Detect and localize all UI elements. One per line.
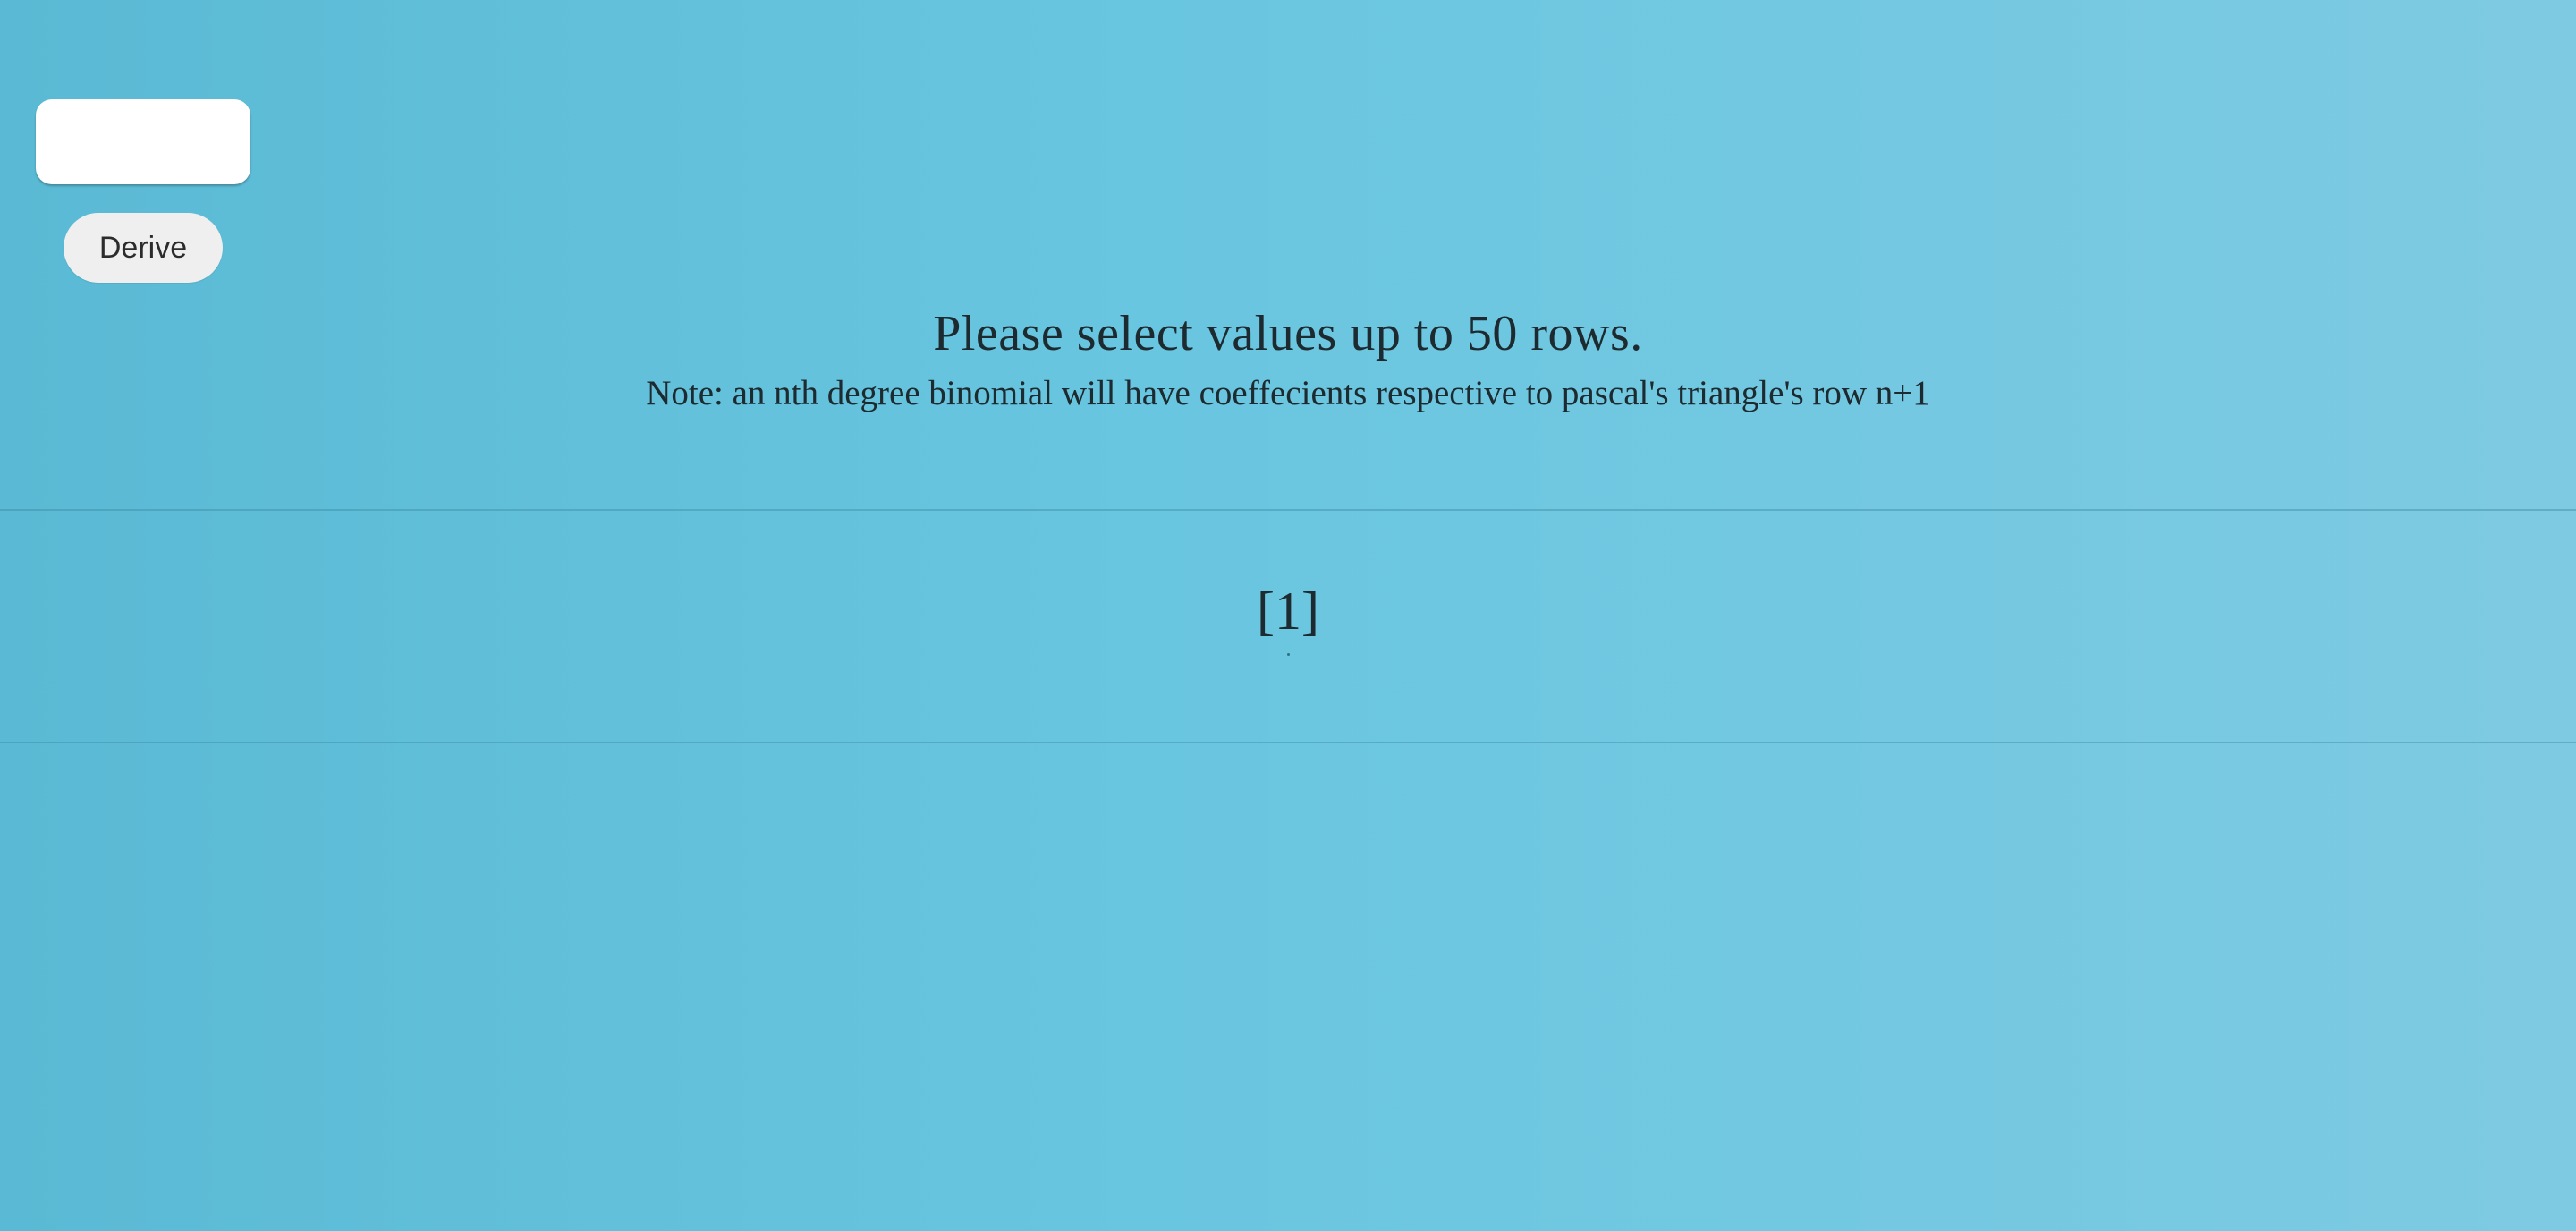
divider-top bbox=[0, 509, 2576, 511]
derive-button[interactable]: Derive bbox=[64, 213, 223, 283]
instructions: Please select values up to 50 rows. Note… bbox=[0, 304, 2576, 415]
triangle-row: [1] bbox=[1257, 582, 1319, 641]
triangle-output: [1] bbox=[0, 582, 2576, 656]
divider-bottom bbox=[0, 742, 2576, 743]
instruction-note: Note: an nth degree binomial will have c… bbox=[646, 374, 1930, 413]
row-count-input[interactable] bbox=[36, 99, 250, 184]
output-dot bbox=[1286, 653, 1290, 656]
controls-panel: Derive bbox=[36, 99, 250, 283]
instruction-heading: Please select values up to 50 rows. bbox=[933, 306, 1643, 361]
